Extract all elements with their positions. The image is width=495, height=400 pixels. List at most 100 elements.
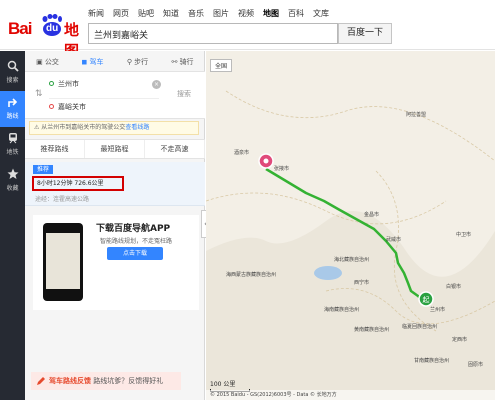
map-label: 海北藏族自治州 <box>334 257 370 263</box>
tab-bike[interactable]: ⚯ 骑行 <box>160 53 205 71</box>
map-copyright: © 2015 Baidu - GS(2012)6003号 - Data © 长地… <box>206 390 495 400</box>
ad-subtitle: 智能路线规划，不走冤枉路 <box>100 238 173 245</box>
route-distance: 726.6公里 <box>74 180 104 187</box>
map-label: 临夏回族自治州 <box>402 324 438 330</box>
option-recommended[interactable]: 推荐路线 <box>25 140 85 158</box>
nav-news[interactable]: 新闻 <box>88 8 104 19</box>
route-icon <box>7 98 17 107</box>
start-field[interactable]: 兰州市 <box>49 76 159 92</box>
route-result[interactable]: 推荐 8小时12分钟 726.6公里 途经：连霍高速公路 <box>25 162 205 206</box>
top-nav: 新闻 网页 贴吧 知道 音乐 图片 视频 地图 百科 文库 <box>88 8 329 19</box>
search-input[interactable]: 兰州到嘉峪关 <box>88 23 338 44</box>
map-label: 海西蒙古族藏族自治州 <box>226 272 277 278</box>
sidebar-item-search[interactable]: 搜索 <box>0 55 25 91</box>
app-ad: 下载百度导航APP 智能路线规划，不走冤枉路 点击下载 <box>33 215 199 310</box>
map-label: 西宁市 <box>354 280 370 286</box>
qinghai-lake <box>314 266 342 280</box>
subway-icon <box>8 133 17 144</box>
route-duration: 8小时12分钟 <box>37 180 73 187</box>
tab-bus-label: 公交 <box>44 58 59 66</box>
map-label: 中卫市 <box>456 232 472 238</box>
tab-bike-label: 骑行 <box>179 58 194 66</box>
start-marker[interactable]: 起 <box>418 291 434 307</box>
logo-bai: Bai <box>8 19 32 38</box>
sidebar-item-subway[interactable]: 地铁 <box>0 127 25 163</box>
nav-zhidao[interactable]: 知道 <box>163 8 179 19</box>
transport-modes: ▣ 公交 ◼ 驾车 ⚲ 步行 ⚯ 骑行 <box>25 53 205 71</box>
nav-images[interactable]: 图片 <box>213 8 229 19</box>
option-shortest[interactable]: 最短路程 <box>85 140 145 158</box>
phone-image <box>43 223 83 301</box>
tab-drive[interactable]: ◼ 驾车 <box>70 53 115 71</box>
feedback-text: 路线坑爹？反馈得好礼 <box>93 377 164 385</box>
start-dot-icon <box>49 81 54 86</box>
top-bar: Bai du 地图 新闻 网页 贴吧 知道 音乐 图片 视频 地图 百科 文库 … <box>0 0 495 60</box>
download-button[interactable]: 点击下载 <box>107 247 163 260</box>
map-label: 张掖市 <box>274 166 290 172</box>
end-marker[interactable] <box>258 153 274 169</box>
nav-map[interactable]: 地图 <box>263 8 279 19</box>
map-label: 白银市 <box>446 284 462 290</box>
tab-walk-label: 步行 <box>134 58 149 66</box>
star-icon <box>7 168 18 179</box>
nationwide-button[interactable]: 全国 <box>210 59 233 72</box>
logo-du: du <box>46 23 59 34</box>
bus-icon: ▣ <box>36 58 45 66</box>
info-tip: ⚠ 从兰州市到嘉峪关市的驾驶公交查看线路 <box>29 121 199 135</box>
map-label: 兰州市 <box>430 307 446 313</box>
map-label: 金昌市 <box>364 212 380 218</box>
car-icon: ◼ <box>81 58 90 66</box>
map-label: 甘南藏族自治州 <box>414 358 450 364</box>
map-label: 定西市 <box>452 337 468 343</box>
left-sidebar: 搜索 路线 地铁 收藏 <box>0 51 25 400</box>
nav-baike[interactable]: 百科 <box>288 8 304 19</box>
end-field[interactable]: 嘉峪关市 <box>49 98 159 114</box>
route-via: 途经：连霍高速公路 <box>35 196 90 203</box>
tab-drive-label: 驾车 <box>89 58 104 66</box>
map-layer: 起 <box>206 90 495 400</box>
route-panel: ▣ 公交 ◼ 驾车 ⚲ 步行 ⚯ 骑行 ⇅ 兰州市 嘉峪关市 × 搜索 ⚠ 从兰… <box>25 51 205 400</box>
feedback-bar[interactable]: 驾车路线反馈 路线坑爹？反馈得好礼 <box>31 372 181 390</box>
tip-link[interactable]: 查看线路 <box>125 124 149 131</box>
end-text: 嘉峪关市 <box>58 103 86 111</box>
route-search-button[interactable]: 搜索 <box>177 89 191 99</box>
start-text: 兰州市 <box>58 80 79 88</box>
nav-web[interactable]: 网页 <box>113 8 129 19</box>
nav-music[interactable]: 音乐 <box>188 8 204 19</box>
map-canvas[interactable]: 起 全国 张掖市 酒泉市 金昌市 武威市 西宁市 兰州市 白银市 定西市 海北藏… <box>206 51 495 400</box>
pencil-icon <box>37 377 45 385</box>
sidebar-item-route[interactable]: 路线 <box>0 91 25 127</box>
sidebar-item-label: 路线 <box>6 113 19 120</box>
tip-text: 从兰州市到嘉峪关市的驾驶公交 <box>41 124 126 131</box>
nav-video[interactable]: 视频 <box>238 8 254 19</box>
sidebar-item-label: 收藏 <box>6 185 19 192</box>
route-input-box: ⇅ 兰州市 嘉峪关市 × 搜索 <box>25 71 205 119</box>
map-label: 海南藏族自治州 <box>324 307 360 313</box>
end-dot-icon <box>49 104 54 109</box>
swap-icon[interactable]: ⇅ <box>35 89 43 99</box>
map-label: 武威市 <box>386 237 402 243</box>
map-label: 阿拉善盟 <box>406 112 427 118</box>
nav-wenku[interactable]: 文库 <box>313 8 329 19</box>
nav-tieba[interactable]: 贴吧 <box>138 8 154 19</box>
route-summary: 8小时12分钟 726.6公里 <box>32 176 124 191</box>
tab-bus[interactable]: ▣ 公交 <box>25 53 70 71</box>
feedback-label: 驾车路线反馈 <box>49 377 91 385</box>
tab-walk[interactable]: ⚲ 步行 <box>115 53 160 71</box>
map-label: 固原市 <box>468 362 484 368</box>
start-marker-label: 起 <box>423 296 430 304</box>
clear-icon[interactable]: × <box>152 80 161 89</box>
map-label: 酒泉市 <box>234 150 250 156</box>
map-label: 黄南藏族自治州 <box>354 327 390 333</box>
sidebar-item-favorites[interactable]: 收藏 <box>0 163 25 199</box>
bike-icon: ⚯ <box>171 58 180 66</box>
ad-title: 下载百度导航APP <box>96 224 171 234</box>
sidebar-item-label: 搜索 <box>6 77 19 84</box>
recommend-badge: 推荐 <box>33 165 54 174</box>
route-options: 推荐路线 最短路程 不走高速 <box>25 139 205 159</box>
search-button[interactable]: 百度一下 <box>338 23 392 44</box>
search-icon <box>7 60 19 72</box>
scale-label: 100 公里 <box>210 381 236 388</box>
sidebar-item-label: 地铁 <box>6 149 19 156</box>
option-no-highway[interactable]: 不走高速 <box>145 140 205 158</box>
